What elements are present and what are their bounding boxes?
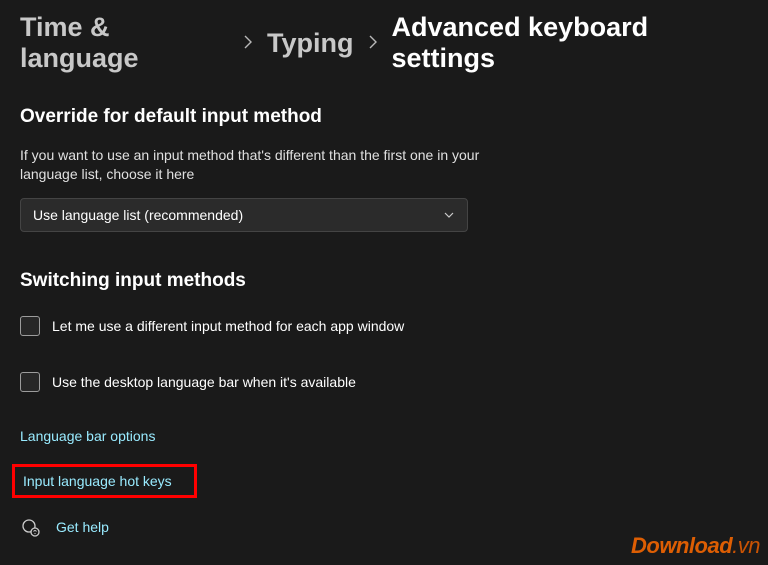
get-help-label: Get help [56,519,109,535]
override-section-title: Override for default input method [20,106,748,128]
breadcrumb-time-language[interactable]: Time & language [20,12,229,74]
chevron-down-icon [443,209,455,221]
breadcrumb: Time & language Typing Advanced keyboard… [20,12,748,74]
per-app-input-checkbox-row[interactable]: Let me use a different input method for … [20,316,748,336]
get-help-link[interactable]: Get help [20,517,109,537]
per-app-input-checkbox[interactable] [20,316,40,336]
desktop-langbar-checkbox[interactable] [20,372,40,392]
input-language-hotkeys-link[interactable]: Input language hot keys [12,464,197,498]
input-method-dropdown[interactable]: Use language list (recommended) [20,198,468,232]
language-bar-options-link[interactable]: Language bar options [20,428,155,444]
help-icon [20,517,40,537]
input-method-dropdown-label: Use language list (recommended) [33,207,243,223]
chevron-right-icon [243,33,253,53]
desktop-langbar-checkbox-label: Use the desktop language bar when it's a… [52,374,356,390]
chevron-right-icon [368,33,378,53]
override-section-subtitle: If you want to use an input method that'… [20,146,480,184]
desktop-langbar-checkbox-row[interactable]: Use the desktop language bar when it's a… [20,372,748,392]
switching-section-title: Switching input methods [20,270,748,292]
watermark-brand: Download [631,533,732,558]
breadcrumb-typing[interactable]: Typing [267,28,353,59]
breadcrumb-current: Advanced keyboard settings [392,12,748,74]
watermark: Download.vn [631,533,760,559]
watermark-tld: .vn [732,533,760,558]
per-app-input-checkbox-label: Let me use a different input method for … [52,318,404,334]
